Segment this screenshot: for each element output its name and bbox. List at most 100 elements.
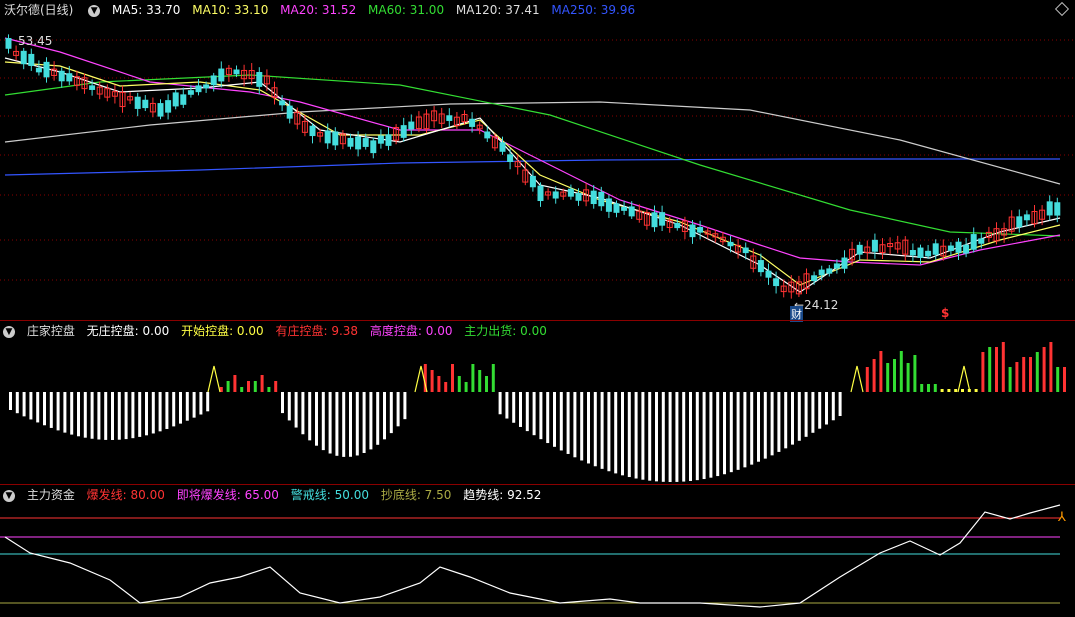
control-bar (546, 392, 550, 444)
control-bar (138, 392, 142, 437)
control-bar (315, 392, 318, 446)
control-bar (580, 392, 584, 461)
control-bar (274, 381, 278, 392)
candle-body (605, 198, 612, 212)
control-bar (872, 359, 876, 392)
control-panel[interactable]: ▼ 庄家控盘 无庄控盘: 0.00 开始控盘: 0.00 有庄控盘: 9.38 … (0, 321, 1075, 484)
candle-body (621, 206, 628, 211)
control-bar (179, 392, 182, 424)
control-bar (111, 392, 114, 440)
control-bar (865, 367, 869, 392)
control-bar (893, 359, 896, 392)
control-bar (770, 392, 774, 456)
control-bar (573, 392, 577, 458)
candle-body (659, 212, 666, 226)
control-bar (233, 375, 237, 392)
control-bar (485, 376, 488, 392)
control-bar (818, 392, 822, 429)
control-bar (600, 392, 604, 469)
control-bar (301, 392, 305, 435)
candle-body (811, 275, 818, 282)
candle-body (484, 131, 491, 139)
control-bar (206, 392, 210, 412)
control-bar (675, 392, 679, 482)
control-bar (695, 392, 699, 481)
control-bar (512, 392, 516, 423)
control-bar (566, 392, 570, 454)
control-bar (831, 392, 835, 421)
candle-body (1046, 201, 1053, 216)
control-bar (661, 392, 665, 482)
candle-body (537, 185, 544, 202)
candle-body (651, 212, 658, 228)
control-bar (1042, 347, 1046, 392)
candle-body (58, 70, 65, 82)
ma20-line (4, 37, 1061, 266)
candle-body (355, 136, 362, 150)
control-bar (321, 392, 325, 451)
candle-body (172, 92, 179, 107)
s-marker[interactable]: $ (941, 306, 949, 320)
control-bar (743, 392, 747, 468)
candle-body (400, 125, 407, 138)
control-bar (899, 351, 903, 392)
control-bar (464, 382, 468, 392)
control-bar (886, 363, 890, 392)
fund-panel[interactable]: ▼ 主力资金 爆发线: 80.00 即将爆发线: 65.00 警戒线: 50.0… (0, 485, 1075, 617)
control-bar (90, 392, 94, 439)
price-panel[interactable]: 沃尔德(日线) ▼ MA5: 33.70 MA10: 33.10 MA20: 3… (0, 0, 1075, 322)
control-bar (9, 392, 12, 410)
control-bar (437, 376, 441, 392)
control-bar (750, 392, 754, 465)
candle-body (826, 268, 833, 274)
control-bar (702, 392, 706, 480)
candle-body (142, 99, 149, 109)
candle-body (963, 244, 970, 254)
candle-body (469, 118, 476, 127)
candle-body (165, 100, 172, 113)
high-price-label: 53.45 (18, 34, 53, 48)
control-bar (97, 392, 101, 440)
control-bar (1001, 342, 1005, 392)
control-bar (260, 375, 264, 392)
start-control-marker (850, 365, 864, 393)
candle-body (309, 125, 316, 137)
control-bar (491, 364, 495, 392)
candlestick-chart[interactable] (0, 0, 1075, 320)
candle-body (978, 238, 985, 244)
control-bar-chart[interactable] (0, 321, 1075, 484)
control-bar (145, 392, 148, 436)
candle-body (5, 38, 12, 49)
control-bar (342, 392, 346, 457)
candle-body (552, 191, 559, 199)
control-bar (247, 381, 250, 392)
control-bar (192, 392, 196, 418)
candle-body (180, 94, 187, 105)
control-bar (70, 392, 74, 435)
control-bar (797, 392, 801, 441)
candle-body (856, 244, 863, 255)
control-bar (519, 392, 522, 427)
control-bar (77, 392, 80, 437)
control-bar (389, 392, 393, 434)
control-bar (287, 392, 291, 421)
candle-body (674, 223, 681, 229)
control-bar (1063, 367, 1066, 392)
candle-body (332, 131, 339, 146)
candle-body (499, 142, 506, 152)
candle-body (195, 85, 202, 93)
control-bar (927, 384, 930, 392)
control-bar (430, 370, 434, 392)
candle-body (187, 90, 194, 95)
candle-body (757, 260, 764, 273)
candle-body (66, 73, 73, 82)
control-bar (689, 392, 692, 481)
candle-body (210, 75, 217, 86)
control-bar (940, 389, 944, 392)
control-bar (1049, 342, 1053, 392)
fund-line-chart[interactable]: ⅄ (0, 485, 1075, 617)
control-bar (396, 392, 400, 427)
control-bar (641, 392, 645, 480)
control-bar (532, 392, 536, 436)
control-bar (791, 392, 794, 445)
